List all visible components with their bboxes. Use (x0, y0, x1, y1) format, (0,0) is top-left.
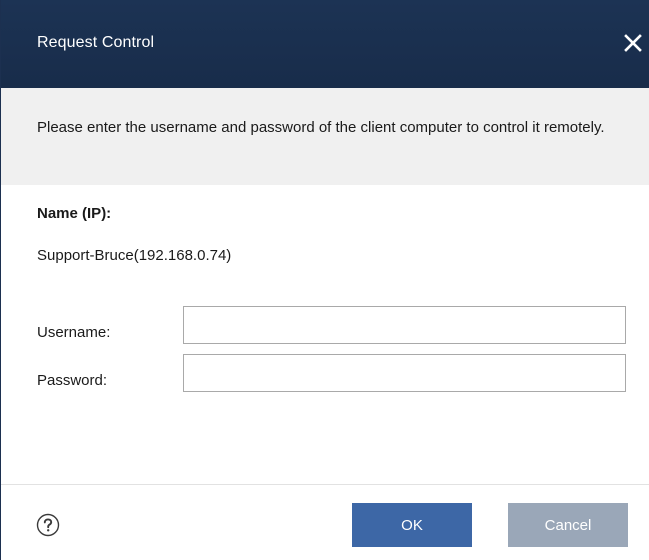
name-ip-value: Support-Bruce(192.168.0.74) (37, 247, 232, 264)
info-message: Please enter the username and password o… (37, 119, 605, 136)
password-input[interactable] (183, 354, 626, 392)
cancel-button[interactable]: Cancel (508, 503, 628, 547)
footer-divider (1, 484, 649, 485)
password-label: Password: (37, 372, 108, 389)
username-label: Username: (37, 324, 111, 341)
title-bar: Request Control (1, 0, 649, 88)
dialog-title: Request Control (37, 34, 155, 51)
name-ip-label: Name (IP): (37, 205, 112, 222)
help-icon[interactable] (36, 513, 60, 537)
close-icon[interactable] (620, 30, 646, 56)
username-input[interactable] (183, 306, 626, 344)
request-control-dialog: Request Control Please enter the usernam… (0, 0, 649, 560)
ok-button[interactable]: OK (352, 503, 472, 547)
